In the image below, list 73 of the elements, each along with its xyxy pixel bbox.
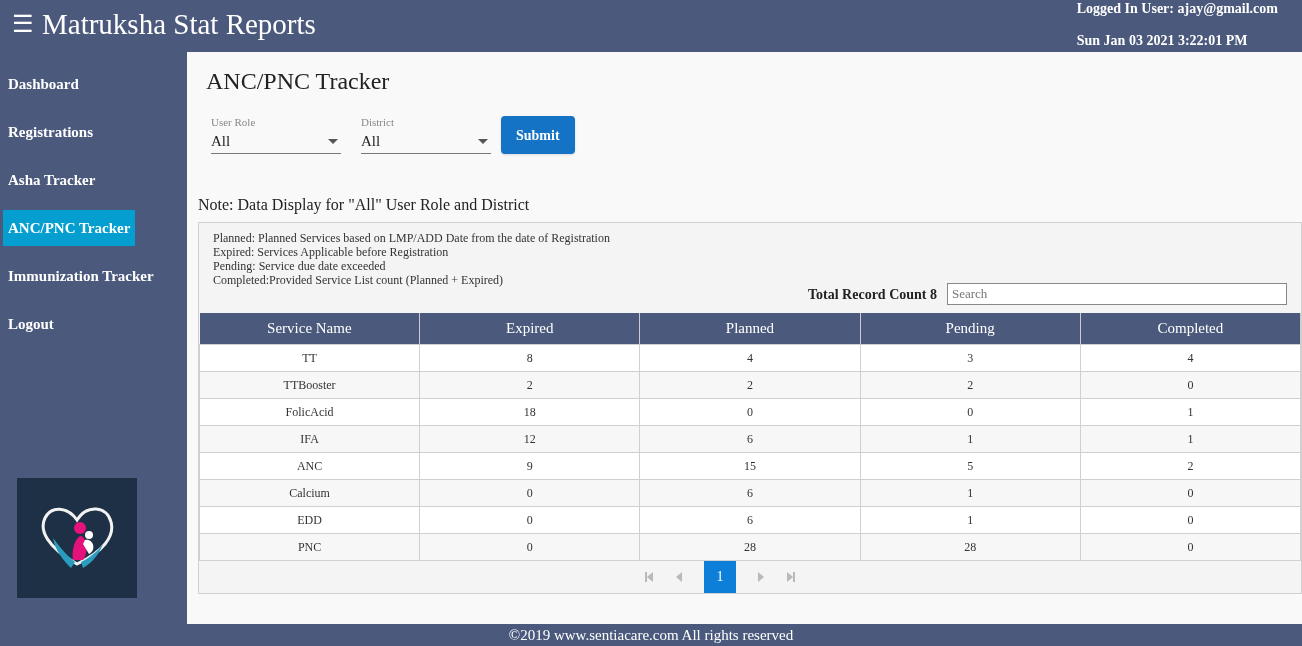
table-cell: 0	[639, 398, 861, 425]
table-cell: PNC	[199, 533, 420, 560]
note-text: Note: Data Display for "All" User Role and District	[198, 195, 531, 215]
table-cell: 28	[639, 533, 861, 560]
table-cell: 0	[419, 506, 640, 533]
submit-button[interactable]: Submit	[501, 116, 575, 154]
record-count: Total Record Count 8	[808, 285, 937, 304]
dropdown-caret-icon	[328, 138, 338, 144]
menu-icon[interactable]: ☰	[12, 12, 34, 36]
sidebar-item[interactable]: Asha Tracker	[3, 162, 101, 198]
column-header: Service Name	[199, 313, 420, 344]
table-cell: 9	[419, 452, 640, 479]
column-header: Completed	[1080, 313, 1301, 344]
table-cell: FolicAcid	[199, 398, 420, 425]
table-cell: ANC	[199, 452, 420, 479]
next-page-icon[interactable]	[756, 570, 766, 583]
table-cell: 1	[860, 479, 1081, 506]
table-cell: 4	[1080, 344, 1301, 371]
table-cell: 6	[639, 506, 861, 533]
table-cell: 0	[1080, 479, 1301, 506]
table-cell: 4	[639, 344, 861, 371]
table-cell: 12	[419, 425, 640, 452]
table-cell: 2	[860, 371, 1081, 398]
table-cell: 15	[639, 452, 861, 479]
page-title: ANC/PNC Tracker	[206, 67, 391, 96]
table-cell: 1	[860, 506, 1081, 533]
table-cell: 0	[1080, 533, 1301, 560]
table-cell: 0	[1080, 506, 1301, 533]
column-header: Expired	[419, 313, 640, 344]
legend-text: Completed:Provided Service List count (Planned + Expired)	[213, 273, 505, 287]
table-cell: 8	[419, 344, 640, 371]
column-header: Planned	[639, 313, 861, 344]
table-cell: 6	[639, 479, 861, 506]
column-header: Pending	[860, 313, 1081, 344]
table-cell: 1	[860, 425, 1081, 452]
table-cell: 0	[1080, 371, 1301, 398]
first-page-icon[interactable]	[644, 570, 654, 583]
table-cell: 2	[639, 371, 861, 398]
table-cell: 1	[1080, 398, 1301, 425]
table-cell: 5	[860, 452, 1081, 479]
table-cell: 28	[860, 533, 1081, 560]
sidebar-item[interactable]: Logout	[3, 306, 59, 342]
table-cell: 3	[860, 344, 1081, 371]
previous-page-icon[interactable]	[674, 570, 684, 583]
table-cell: IFA	[199, 425, 420, 452]
table-cell: 0	[419, 479, 640, 506]
dropdown-caret-icon	[478, 138, 488, 144]
table-cell: 18	[419, 398, 640, 425]
table-cell: 2	[1080, 452, 1301, 479]
table-cell: EDD	[199, 506, 420, 533]
last-page-icon[interactable]	[786, 570, 796, 583]
legend-text: Planned: Planned Services based on LMP/ADD Date from the date of Registration	[213, 231, 611, 245]
select-field[interactable]: User Role All	[211, 115, 341, 154]
date-time: Sun Jan 03 2021 3:22:01 PM	[1076, 33, 1249, 49]
page-button[interactable]: 1	[704, 560, 736, 593]
table-cell: 0	[419, 533, 640, 560]
legend-text: Expired: Services Applicable before Registration	[213, 245, 450, 259]
table-cell: 1	[1080, 425, 1301, 452]
logged-in-user: Logged In User: ajay@gmail.com	[1076, 1, 1278, 17]
search-field[interactable]: Search	[947, 283, 1287, 305]
legend-text: Pending: Service due date exceeded	[213, 259, 387, 273]
table-cell: 0	[860, 398, 1081, 425]
table-cell: Calcium	[199, 479, 420, 506]
sidebar-item[interactable]: Registrations	[3, 114, 98, 150]
table-cell: 6	[639, 425, 861, 452]
sidebar-item[interactable]: Dashboard	[3, 66, 84, 102]
footer-text: ©2019 www.sentiacare.com All rights reserved	[507, 626, 795, 645]
select-field[interactable]: District All	[361, 115, 491, 154]
sidebar-item[interactable]: Immunization Tracker	[3, 258, 159, 294]
app-title: Matruksha Stat Reports	[42, 7, 316, 42]
table-cell: TTBooster	[199, 371, 420, 398]
table-cell: 2	[419, 371, 640, 398]
table-cell: TT	[199, 344, 420, 371]
